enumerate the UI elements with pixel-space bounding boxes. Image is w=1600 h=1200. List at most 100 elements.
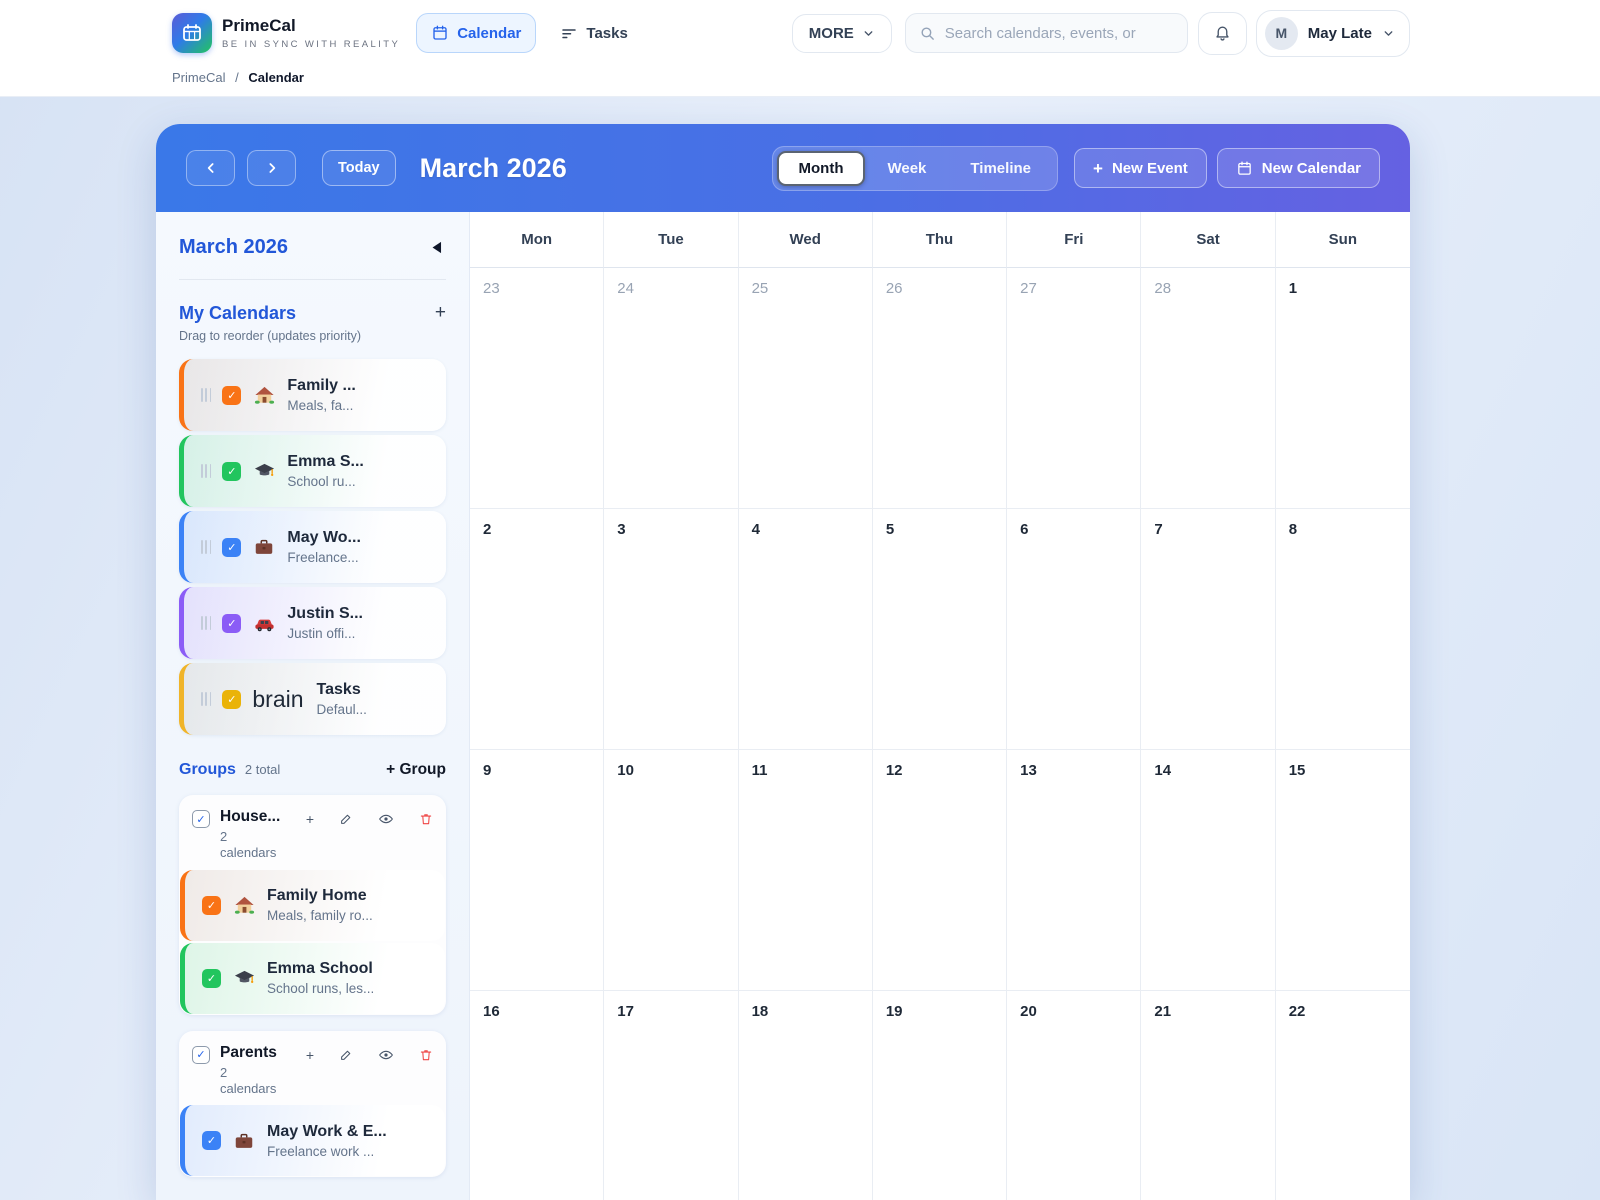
month-title: March 2026 xyxy=(420,153,567,184)
day-number: 28 xyxy=(1154,280,1171,297)
collapse-sidebar-button[interactable] xyxy=(429,239,446,256)
calendar-checkbox[interactable]: ✓ xyxy=(202,969,221,988)
calendar-item-family[interactable]: ✓ Family ... Meals, fa... xyxy=(179,359,446,431)
new-event-button[interactable]: + New Event xyxy=(1074,148,1207,188)
search-box xyxy=(905,13,1188,53)
calendar-item-family-home[interactable]: ✓ Family Home Meals, family ro... xyxy=(180,870,445,941)
day-cell[interactable]: 4 xyxy=(739,509,873,750)
drag-handle-icon[interactable] xyxy=(201,616,211,630)
view-switcher: Month Week Timeline xyxy=(772,146,1059,191)
day-cell[interactable]: 26 xyxy=(873,268,1007,509)
day-cell[interactable]: 23 xyxy=(470,268,604,509)
calendar-header: Today March 2026 Month Week Timeline + N… xyxy=(156,124,1410,212)
day-cell[interactable]: 2 xyxy=(470,509,604,750)
drag-handle-icon[interactable] xyxy=(201,388,211,402)
next-month-button[interactable] xyxy=(247,150,296,186)
calendar-desc: Meals, fa... xyxy=(287,398,355,413)
day-number: 18 xyxy=(752,1003,769,1020)
prev-month-button[interactable] xyxy=(186,150,235,186)
day-cell[interactable]: 15 xyxy=(1276,750,1410,991)
groups-header: Groups 2 total + Group xyxy=(179,761,446,779)
day-cell[interactable]: 5 xyxy=(873,509,1007,750)
day-cell[interactable]: 9 xyxy=(470,750,604,991)
day-cell[interactable]: 24 xyxy=(604,268,738,509)
view-timeline-button[interactable]: Timeline xyxy=(948,151,1053,186)
day-cell[interactable]: 22 xyxy=(1276,991,1410,1200)
day-cell[interactable]: 14 xyxy=(1141,750,1275,991)
day-cell[interactable]: 12 xyxy=(873,750,1007,991)
notifications-button[interactable] xyxy=(1198,12,1247,55)
group-checkbox[interactable]: ✓ xyxy=(192,1046,210,1064)
user-menu[interactable]: M May Late xyxy=(1256,10,1410,57)
today-button[interactable]: Today xyxy=(322,150,396,186)
group-add-calendar-button[interactable]: + xyxy=(306,1047,314,1063)
day-cell[interactable]: 3 xyxy=(604,509,738,750)
group-edit-button[interactable] xyxy=(339,1048,353,1062)
drag-handle-icon[interactable] xyxy=(201,692,211,706)
calendar-item-may-work-errands[interactable]: ✓ May Work & E... Freelance work ... xyxy=(180,1105,445,1176)
drag-handle-icon[interactable] xyxy=(201,464,211,478)
day-cell[interactable]: 8 xyxy=(1276,509,1410,750)
calendar-checkbox[interactable]: ✓ xyxy=(222,386,241,405)
day-number: 15 xyxy=(1289,762,1306,779)
drag-handle-icon[interactable] xyxy=(201,540,211,554)
brand: PrimeCal BE IN SYNC WITH REALITY xyxy=(172,13,400,53)
day-cell[interactable]: 11 xyxy=(739,750,873,991)
group-checkbox[interactable]: ✓ xyxy=(192,810,210,828)
calendar-item-may-work[interactable]: ✓ May Wo... Freelance... xyxy=(179,511,446,583)
group-delete-button[interactable] xyxy=(419,1048,433,1062)
calendar-checkbox[interactable]: ✓ xyxy=(222,690,241,709)
day-number: 10 xyxy=(617,762,634,779)
tab-tasks-label: Tasks xyxy=(586,25,627,42)
breadcrumb: PrimeCal / Calendar xyxy=(0,66,1600,85)
search-input[interactable] xyxy=(945,25,1174,42)
group-visibility-button[interactable] xyxy=(378,811,394,827)
calendar-item-justin[interactable]: ✓ Justin S... Justin offi... xyxy=(179,587,446,659)
view-month-button[interactable]: Month xyxy=(777,151,866,186)
calendar-item-emma[interactable]: ✓ Emma S... School ru... xyxy=(179,435,446,507)
day-cell[interactable]: 6 xyxy=(1007,509,1141,750)
group-add-calendar-button[interactable]: + xyxy=(306,811,314,827)
new-calendar-button[interactable]: New Calendar xyxy=(1217,148,1380,188)
group-visibility-button[interactable] xyxy=(378,1047,394,1063)
calendar-icon xyxy=(1236,160,1253,177)
add-group-button[interactable]: + Group xyxy=(386,761,446,779)
eye-icon xyxy=(378,1047,394,1063)
day-cell[interactable]: 28 xyxy=(1141,268,1275,509)
calendar-checkbox[interactable]: ✓ xyxy=(222,538,241,557)
more-button[interactable]: MORE xyxy=(792,14,892,53)
tab-tasks[interactable]: Tasks xyxy=(546,14,641,52)
calendar-name: Tasks xyxy=(317,681,367,699)
calendar-checkbox[interactable]: ✓ xyxy=(222,614,241,633)
day-cell[interactable]: 17 xyxy=(604,991,738,1200)
breadcrumb-parent[interactable]: PrimeCal xyxy=(172,70,225,85)
day-cell[interactable]: 19 xyxy=(873,991,1007,1200)
user-name: May Late xyxy=(1308,25,1372,42)
day-cell[interactable]: 13 xyxy=(1007,750,1141,991)
day-cell[interactable]: 1 xyxy=(1276,268,1410,509)
group-delete-button[interactable] xyxy=(419,812,433,826)
weekday-header-row: Mon Tue Wed Thu Fri Sat Sun xyxy=(470,212,1410,268)
day-cell[interactable]: 7 xyxy=(1141,509,1275,750)
day-cell[interactable]: 25 xyxy=(739,268,873,509)
group-count: 2 calendars xyxy=(220,1065,280,1098)
pencil-icon xyxy=(339,812,353,826)
day-cell[interactable]: 10 xyxy=(604,750,738,991)
day-cell[interactable]: 20 xyxy=(1007,991,1141,1200)
calendar-name: Emma School xyxy=(267,960,374,978)
group-edit-button[interactable] xyxy=(339,812,353,826)
view-week-button[interactable]: Week xyxy=(865,151,948,186)
day-cell[interactable]: 21 xyxy=(1141,991,1275,1200)
calendar-checkbox[interactable]: ✓ xyxy=(202,1131,221,1150)
calendar-name: Family Home xyxy=(267,887,373,905)
add-calendar-button[interactable]: + xyxy=(435,302,446,324)
tab-calendar[interactable]: Calendar xyxy=(416,13,536,53)
calendar-checkbox[interactable]: ✓ xyxy=(202,896,221,915)
calendar-item-emma-school[interactable]: ✓ Emma School School runs, les... xyxy=(180,943,445,1014)
calendar-checkbox[interactable]: ✓ xyxy=(222,462,241,481)
day-cell[interactable]: 18 xyxy=(739,991,873,1200)
day-cell[interactable]: 16 xyxy=(470,991,604,1200)
day-cell[interactable]: 27 xyxy=(1007,268,1141,509)
calendar-item-tasks[interactable]: ✓ brain Tasks Defaul... xyxy=(179,663,446,735)
briefcase-icon xyxy=(232,1129,256,1153)
